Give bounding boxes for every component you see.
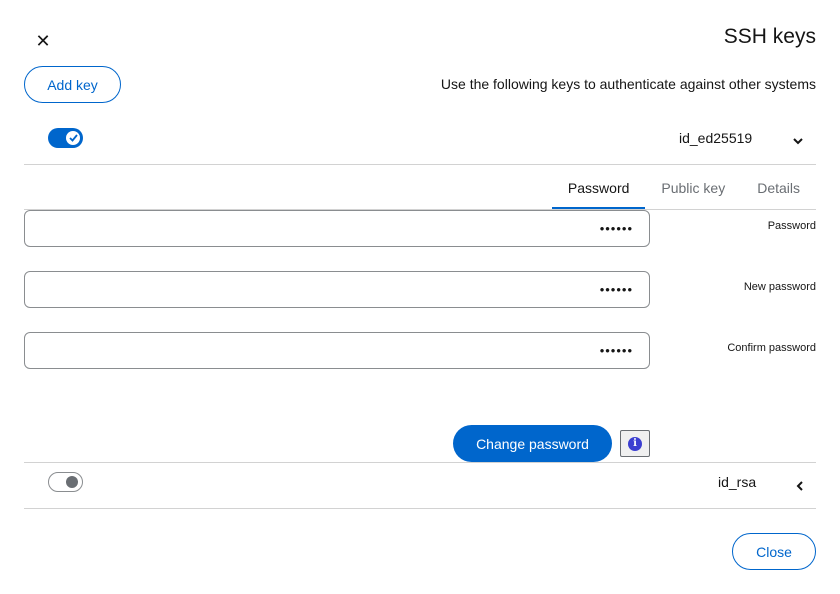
tab-password[interactable]: Password	[551, 165, 646, 210]
check-icon	[66, 131, 80, 145]
dialog-title: SSH keys	[723, 25, 816, 48]
chevron-left-icon[interactable]	[792, 479, 806, 493]
divider	[24, 508, 816, 509]
divider	[24, 462, 816, 463]
new-password-label: New password	[743, 281, 816, 293]
password-field[interactable]: ••••••	[24, 210, 650, 247]
confirm-password-label: Confirm password	[727, 342, 816, 354]
key-name-id-rsa: id_rsa	[718, 474, 757, 490]
info-button[interactable]: i	[620, 430, 650, 457]
change-password-button[interactable]: Change password	[453, 425, 612, 462]
info-icon: i	[628, 436, 642, 451]
toggle-knob	[66, 476, 78, 488]
ssh-keys-dialog: ✕ SSH keys Add key Use the following key…	[0, 0, 840, 594]
close-button[interactable]: Close	[732, 533, 816, 570]
password-label: Password	[767, 220, 816, 232]
add-key-button[interactable]: Add key	[24, 66, 121, 103]
close-icon[interactable]: ✕	[33, 31, 53, 51]
key-tabs: Password Public key Details	[551, 165, 816, 210]
new-password-field[interactable]: ••••••	[24, 271, 650, 308]
tab-public-key[interactable]: Public key	[645, 165, 741, 210]
key-toggle-id-rsa[interactable]	[48, 472, 83, 492]
chevron-down-icon[interactable]	[791, 134, 805, 148]
key-toggle-id-ed25519[interactable]	[48, 128, 83, 148]
confirm-password-field[interactable]: ••••••	[24, 332, 650, 369]
tab-details[interactable]: Details	[741, 165, 816, 210]
key-name-id-ed25519: id_ed25519	[679, 130, 753, 146]
dialog-subtitle: Use the following keys to authenticate a…	[440, 76, 816, 92]
